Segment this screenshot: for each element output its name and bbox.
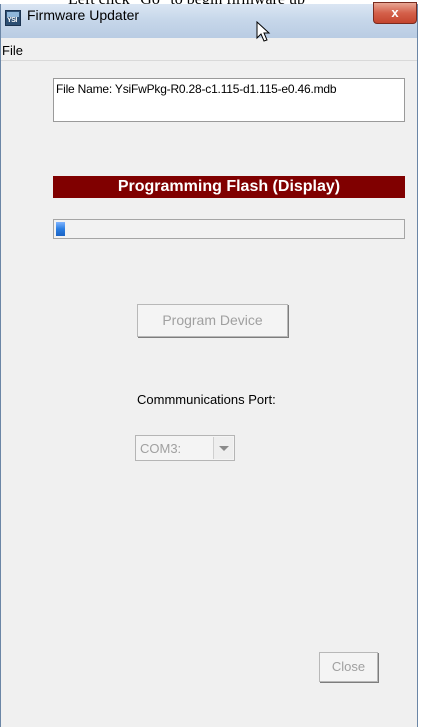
file-name-display: File Name: YsiFwPkg-R0.28-c1.115-d1.115-… [53, 78, 405, 122]
menu-bar: File [1, 42, 417, 61]
window-close-button[interactable]: x [373, 2, 417, 24]
port-select-value: COM3: [140, 441, 182, 456]
status-banner: Programming Flash (Display) [53, 176, 405, 198]
app-icon: YSI [5, 10, 21, 26]
app-icon-label: YSI [7, 17, 17, 24]
title-bar[interactable]: YSI Firmware Updater x [1, 2, 417, 38]
close-button[interactable]: Close [319, 652, 378, 682]
mouse-pointer-icon [256, 21, 271, 42]
progress-bar [53, 219, 405, 239]
program-device-button[interactable]: Program Device [137, 304, 288, 337]
dropdown-button[interactable] [213, 437, 233, 459]
communications-port-select[interactable]: COM3: [135, 435, 235, 461]
chevron-down-icon [219, 446, 229, 451]
file-name-text: File Name: YsiFwPkg-R0.28-c1.115-d1.115-… [56, 82, 337, 96]
menu-file[interactable]: File [2, 43, 23, 58]
communications-port-label: Commmunications Port: [137, 392, 276, 407]
window-title: Firmware Updater [27, 7, 140, 23]
firmware-updater-window: YSI Firmware Updater x File File Name: Y… [0, 2, 418, 727]
progress-bar-fill [56, 222, 65, 236]
